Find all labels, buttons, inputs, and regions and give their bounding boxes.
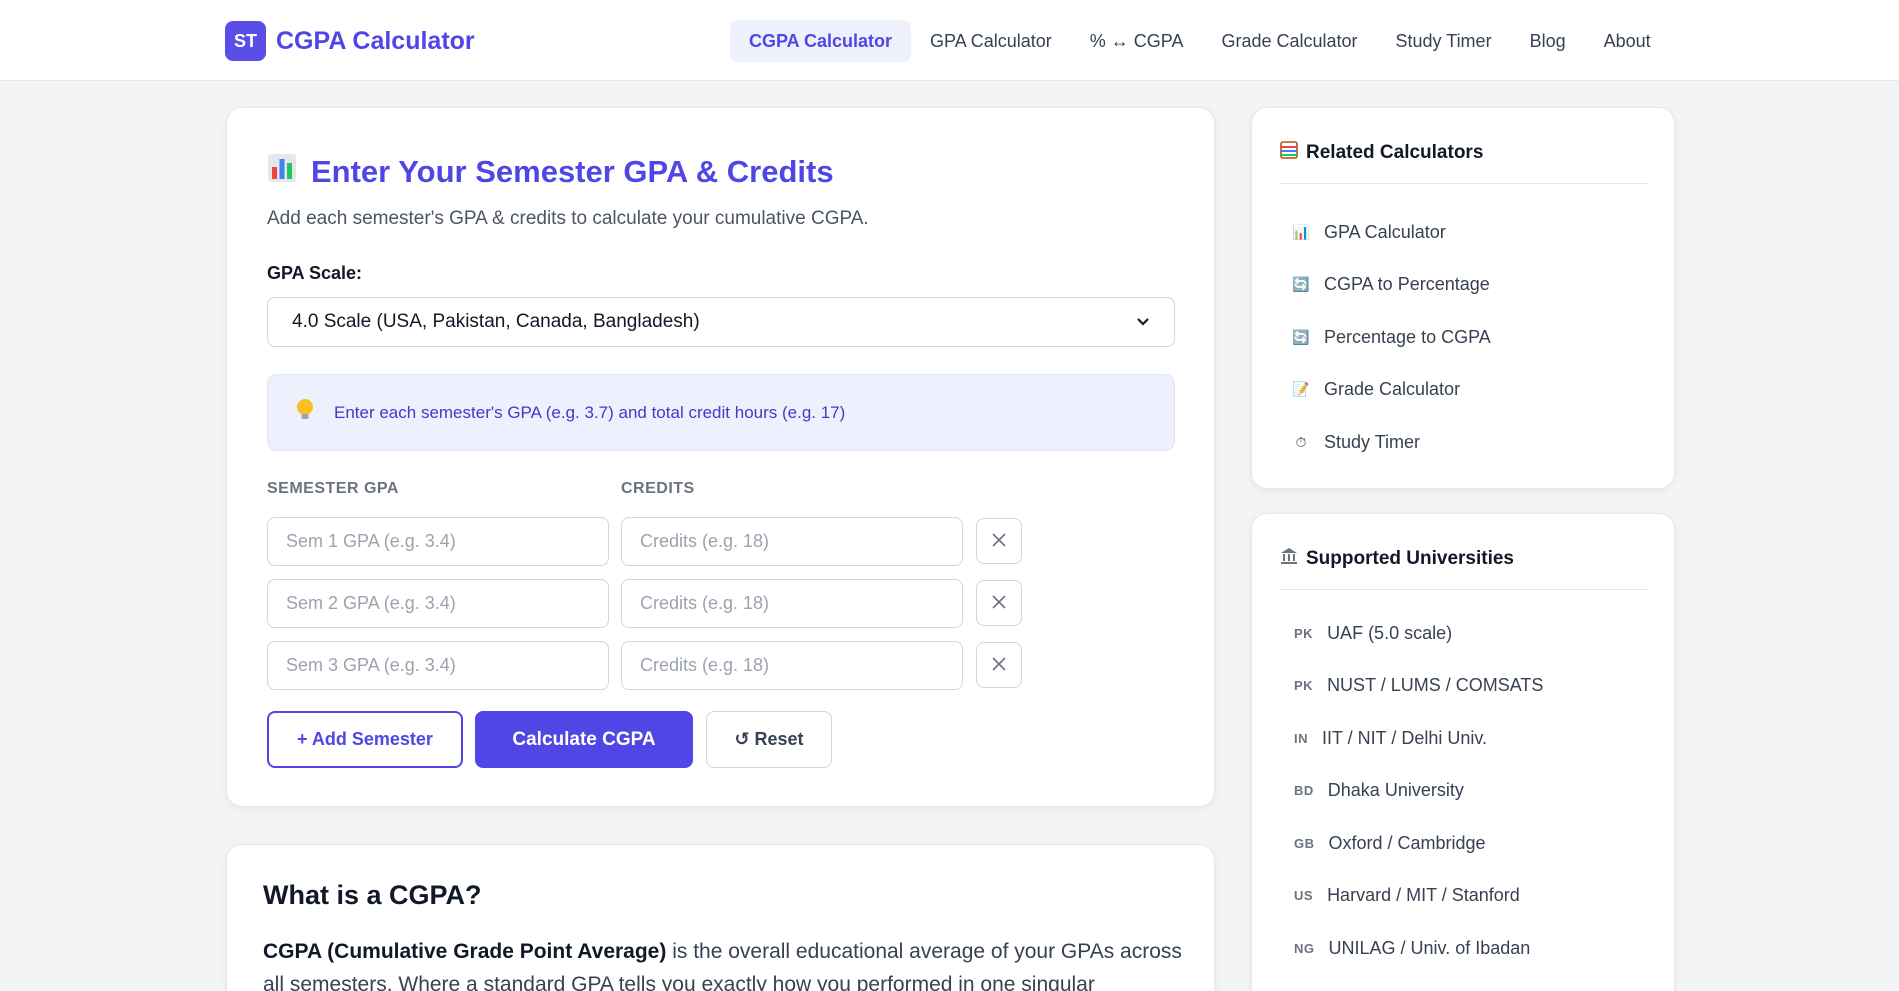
gpa-scale-select[interactable]: 4.0 Scale (USA, Pakistan, Canada, Bangla…	[267, 297, 1175, 347]
university-item: PK NUST / LUMS / COMSATS	[1294, 660, 1543, 713]
flag-in-icon: IN	[1294, 730, 1308, 746]
remove-semester-3-button[interactable]	[976, 642, 1022, 688]
related-cgpa-to-percentage[interactable]: 🔄 CGPA to Percentage	[1292, 259, 1491, 312]
nav-blog[interactable]: Blog	[1511, 20, 1585, 62]
related-title-text: Related Calculators	[1306, 142, 1484, 163]
bar-chart-icon	[267, 153, 297, 191]
related-grade-calculator[interactable]: 📝 Grade Calculator	[1292, 364, 1491, 417]
reset-button[interactable]: ↺ Reset	[706, 711, 832, 768]
close-icon	[991, 590, 1007, 616]
university-label: Harvard / MIT / Stanford	[1327, 885, 1520, 906]
universities-title-text: Supported Universities	[1306, 548, 1514, 569]
nav-study-timer[interactable]: Study Timer	[1377, 20, 1511, 62]
remove-semester-1-button[interactable]	[976, 518, 1022, 564]
semester-1-gpa-input[interactable]: Sem 1 GPA (e.g. 3.4)	[267, 517, 609, 566]
divider	[1280, 589, 1648, 590]
university-label: Oxford / Cambridge	[1328, 832, 1486, 853]
gpa-scale-value: 4.0 Scale (USA, Pakistan, Canada, Bangla…	[292, 311, 700, 332]
calculator-card: Enter Your Semester GPA & Credits Add ea…	[226, 107, 1215, 807]
semester-1-credits-input[interactable]: Credits (e.g. 18)	[621, 517, 963, 566]
close-icon	[991, 528, 1007, 554]
university-label: IIT / NIT / Delhi Univ.	[1322, 727, 1488, 748]
related-study-timer[interactable]: ⏱ Study Timer	[1292, 416, 1491, 469]
credits-header: CREDITS	[621, 480, 695, 497]
universities-title: Supported Universities	[1280, 547, 1514, 571]
flag-pk-icon: PK	[1294, 678, 1314, 694]
related-calculators-card: Related Calculators 📊 GPA Calculator 🔄 C…	[1251, 107, 1675, 489]
gpa-scale-label: GPA Scale:	[267, 263, 363, 283]
semester-2-credits-input[interactable]: Credits (e.g. 18)	[621, 579, 963, 628]
semester-3-credits-input[interactable]: Credits (e.g. 18)	[621, 641, 963, 690]
close-icon	[991, 652, 1007, 678]
about-cgpa-card: What is a CGPA? CGPA (Cumulative Grade P…	[226, 844, 1215, 991]
nav-grade-calculator[interactable]: Grade Calculator	[1202, 20, 1376, 62]
related-item-label: Percentage to CGPA	[1324, 326, 1491, 347]
flag-bd-icon: BD	[1294, 783, 1314, 799]
university-building-icon	[1280, 547, 1298, 571]
logo-badge: ST	[225, 21, 266, 61]
university-label: UNILAG / Univ. of Ibadan	[1328, 937, 1531, 958]
related-gpa-calculator[interactable]: 📊 GPA Calculator	[1292, 206, 1491, 259]
top-header: ST CGPA Calculator CGPA Calculator GPA C…	[0, 0, 1899, 81]
abacus-icon	[1280, 141, 1298, 165]
calculator-subtitle: Add each semester's GPA & credits to cal…	[267, 208, 869, 229]
about-text: CGPA (Cumulative Grade Point Average) is…	[263, 935, 1183, 991]
calculator-title: Enter Your Semester GPA & Credits	[267, 153, 834, 191]
semester-2-gpa-input[interactable]: Sem 2 GPA (e.g. 3.4)	[267, 579, 609, 628]
refresh-icon: 🔄	[1292, 276, 1310, 293]
stopwatch-icon: ⏱	[1295, 433, 1307, 450]
related-item-label: GPA Calculator	[1324, 221, 1446, 242]
nav-cgpa-calculator[interactable]: CGPA Calculator	[730, 20, 912, 62]
remove-semester-2-button[interactable]	[976, 580, 1022, 626]
memo-icon: 📝	[1292, 381, 1310, 398]
nav-percent-cgpa[interactable]: % ↔ CGPA	[1071, 20, 1203, 62]
universities-list: PK UAF (5.0 scale) PK NUST / LUMS / COMS…	[1294, 607, 1543, 975]
nav-about[interactable]: About	[1585, 20, 1670, 62]
divider	[1280, 183, 1648, 184]
university-item: IN IIT / NIT / Delhi Univ.	[1294, 712, 1543, 765]
about-title: What is a CGPA?	[263, 880, 482, 910]
related-list: 📊 GPA Calculator 🔄 CGPA to Percentage 🔄 …	[1292, 206, 1491, 469]
supported-universities-card: Supported Universities PK UAF (5.0 scale…	[1251, 513, 1675, 991]
logo-text: CGPA Calculator	[276, 26, 475, 55]
lightbulb-icon	[296, 398, 314, 427]
calculate-cgpa-button[interactable]: Calculate CGPA	[475, 711, 693, 768]
logo[interactable]: ST CGPA Calculator	[225, 21, 475, 61]
flag-gb-icon: GB	[1294, 835, 1315, 851]
university-item: BD Dhaka University	[1294, 765, 1543, 818]
flag-ng-icon: NG	[1294, 940, 1315, 956]
related-item-label: Study Timer	[1324, 431, 1421, 452]
add-semester-button[interactable]: + Add Semester	[267, 711, 463, 768]
related-title: Related Calculators	[1280, 141, 1483, 165]
university-item: PK UAF (5.0 scale)	[1294, 607, 1543, 660]
related-percentage-to-cgpa[interactable]: 🔄 Percentage to CGPA	[1292, 311, 1491, 364]
semester-gpa-header: SEMESTER GPA	[267, 480, 399, 497]
university-item: US Harvard / MIT / Stanford	[1294, 870, 1543, 923]
bar-chart-icon: 📊	[1292, 223, 1310, 240]
main-nav: CGPA Calculator GPA Calculator % ↔ CGPA …	[730, 20, 1670, 62]
hint-text: Enter each semester's GPA (e.g. 3.7) and…	[334, 402, 846, 422]
university-label: UAF (5.0 scale)	[1327, 622, 1453, 643]
related-item-label: CGPA to Percentage	[1324, 274, 1490, 295]
flag-pk-icon: PK	[1294, 625, 1314, 641]
semester-3-gpa-input[interactable]: Sem 3 GPA (e.g. 3.4)	[267, 641, 609, 690]
related-item-label: Grade Calculator	[1324, 379, 1461, 400]
flag-us-icon: US	[1294, 888, 1314, 904]
calculator-title-text: Enter Your Semester GPA & Credits	[311, 154, 834, 189]
nav-gpa-calculator[interactable]: GPA Calculator	[911, 20, 1071, 62]
university-item: NG UNILAG / Univ. of Ibadan	[1294, 922, 1543, 975]
refresh-icon: 🔄	[1292, 328, 1310, 345]
hint-box: Enter each semester's GPA (e.g. 3.7) and…	[267, 374, 1175, 451]
university-label: NUST / LUMS / COMSATS	[1327, 675, 1544, 696]
chevron-down-icon	[1136, 311, 1150, 333]
about-bold-term: CGPA (Cumulative Grade Point Average)	[263, 940, 667, 963]
university-item: GB Oxford / Cambridge	[1294, 817, 1543, 870]
university-label: Dhaka University	[1327, 780, 1464, 801]
